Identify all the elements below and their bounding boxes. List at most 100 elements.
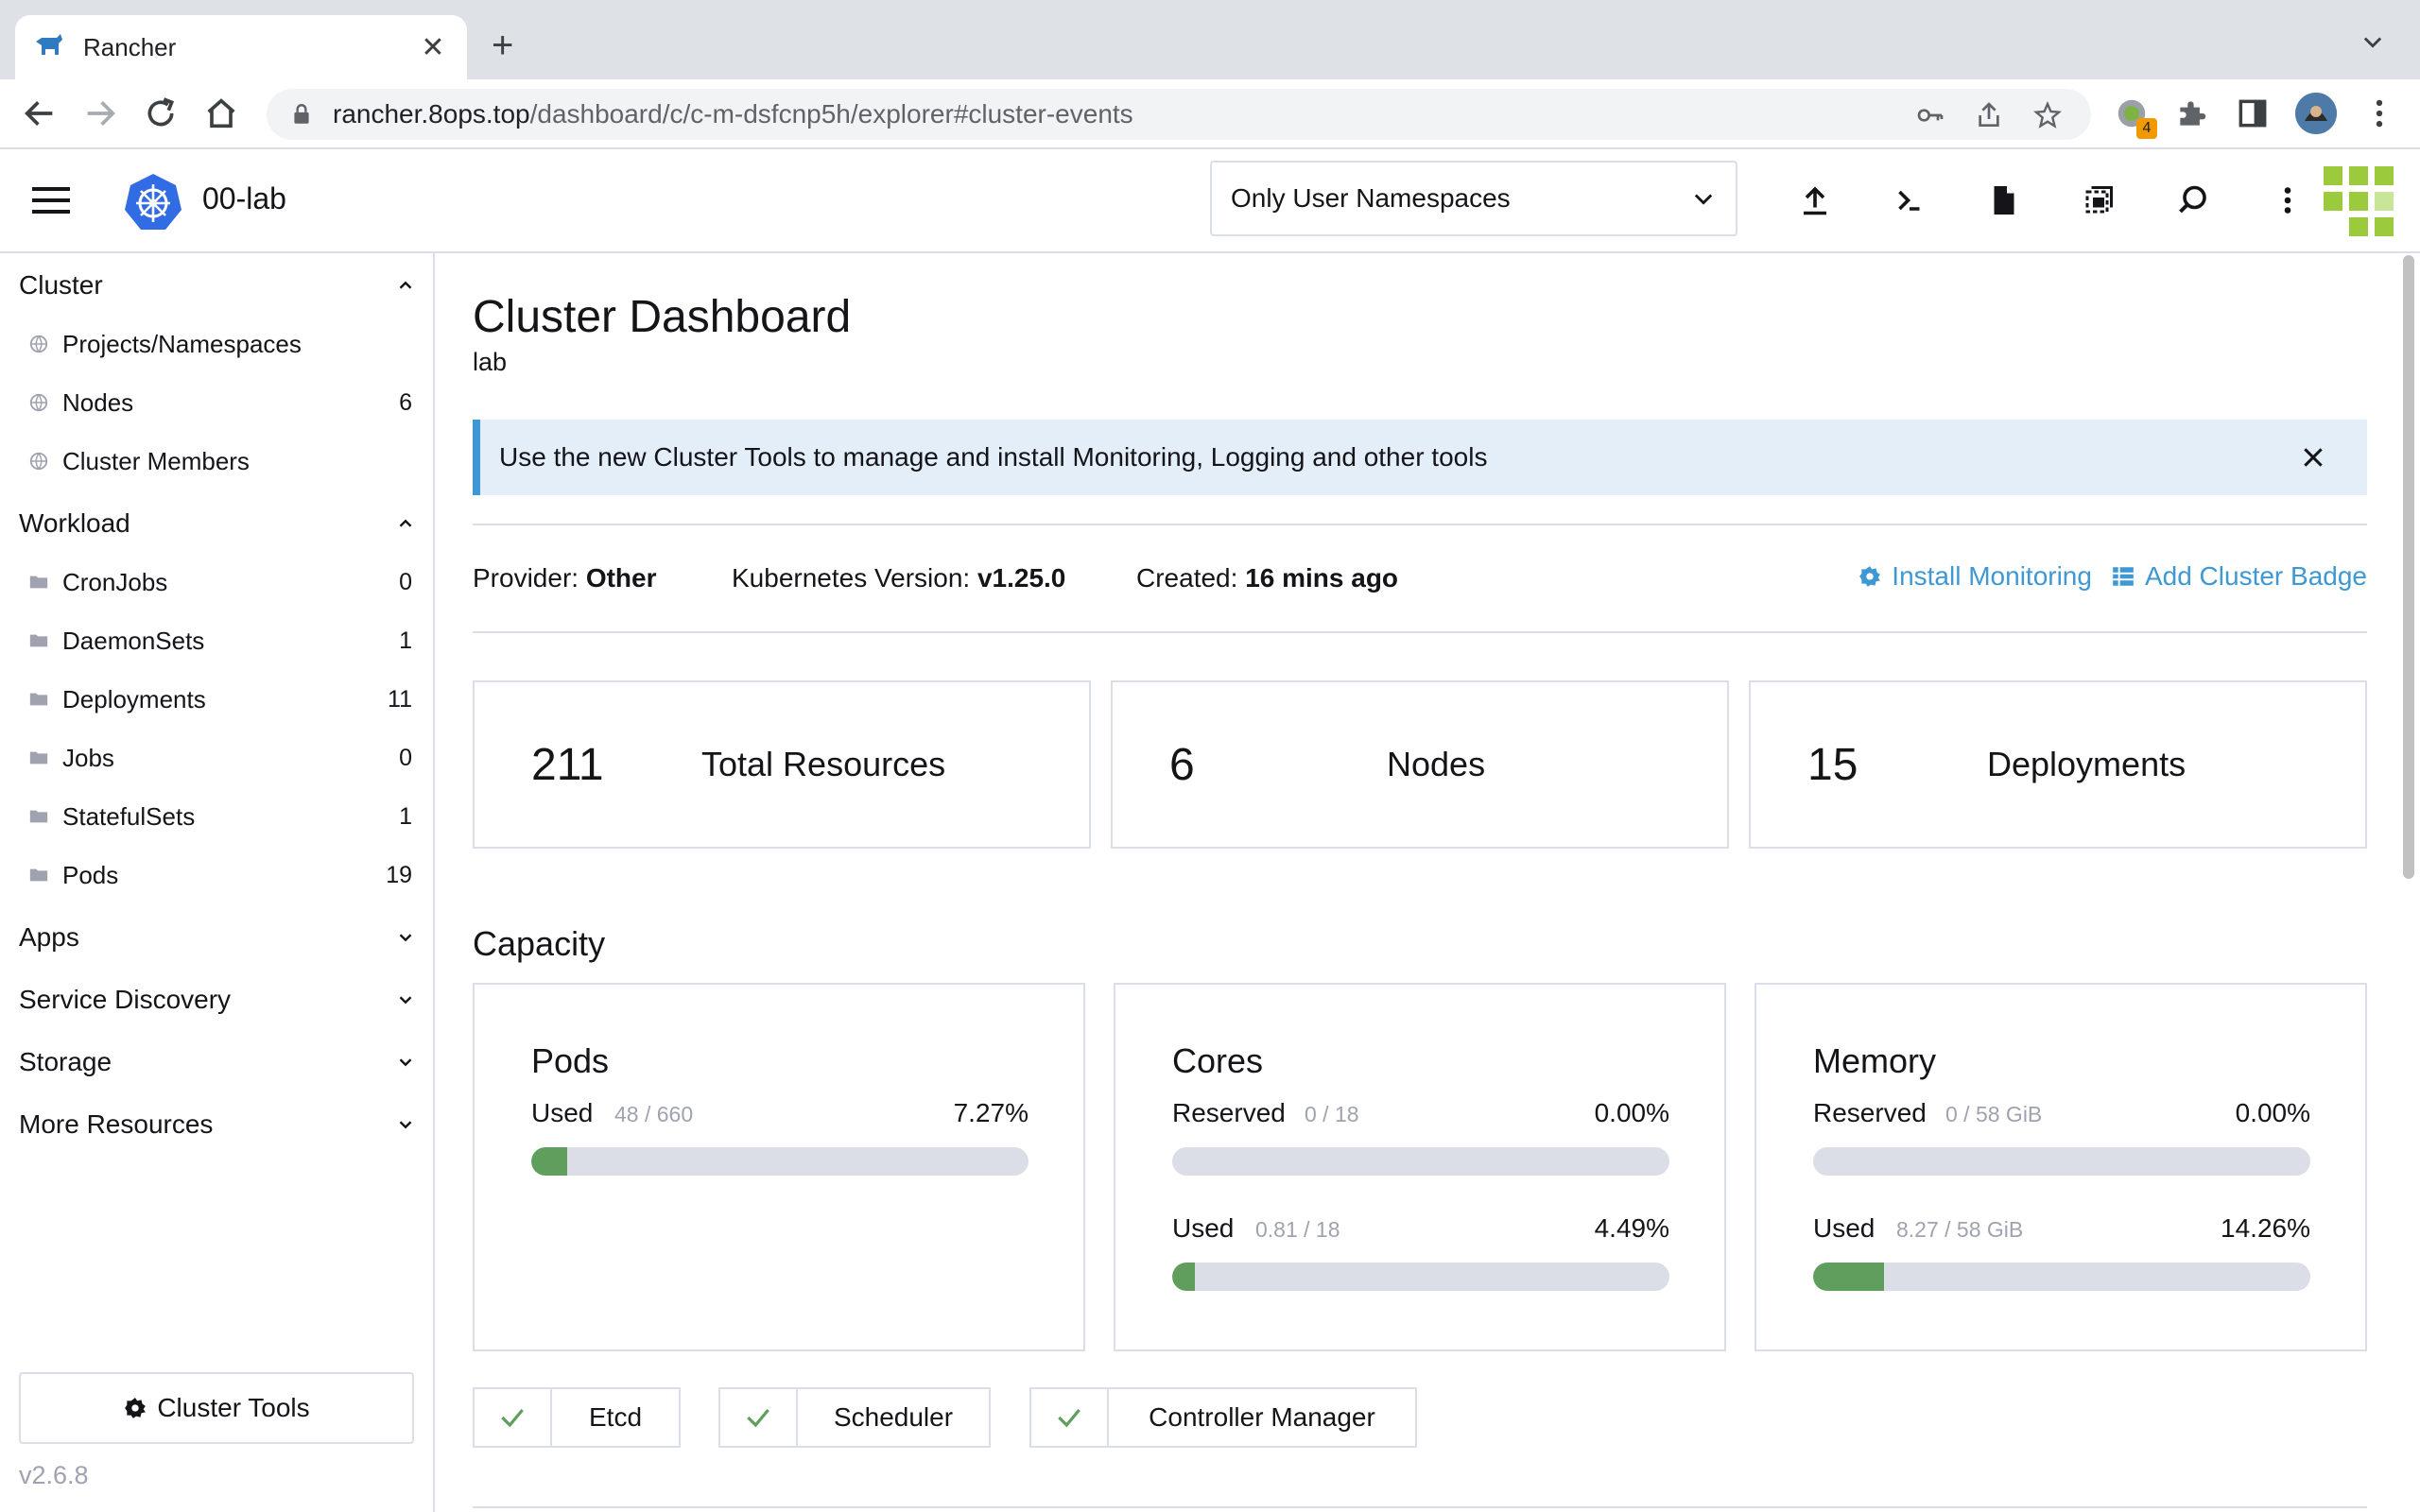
key-icon[interactable]	[1915, 100, 1945, 130]
row-value: 48 / 660	[614, 1102, 694, 1126]
created-value: 16 mins ago	[1245, 563, 1399, 593]
kubectl-shell-button[interactable]	[1862, 178, 1957, 223]
sidebar-group-label: Service Discovery	[19, 985, 232, 1014]
page-title: Cluster Dashboard	[473, 292, 852, 342]
browser-tab[interactable]: Rancher ✕	[15, 15, 467, 79]
browser-menu-icon[interactable]	[2361, 95, 2397, 131]
version-label[interactable]: v2.6.8	[19, 1461, 89, 1490]
created-info: Created: 16 mins ago	[1136, 563, 1398, 593]
k8s-version-value: v1.25.0	[977, 563, 1066, 593]
copy-kubeconfig-button[interactable]	[2051, 178, 2146, 223]
globe-icon	[29, 452, 48, 471]
install-monitoring-link[interactable]: Install Monitoring	[1858, 561, 2092, 592]
sidebar-item-deployments[interactable]: Deployments 11	[28, 679, 416, 720]
home-icon[interactable]	[202, 94, 240, 132]
new-tab-icon[interactable]: +	[492, 25, 513, 66]
stat-value: 15	[1807, 739, 1858, 790]
share-icon[interactable]	[1974, 100, 2004, 130]
provider-value: Other	[585, 563, 657, 593]
hamburger-menu-icon[interactable]	[32, 185, 70, 215]
row-label: Used	[531, 1098, 594, 1127]
back-arrow-icon[interactable]	[21, 94, 59, 132]
capacity-title: Capacity	[473, 924, 606, 963]
namespace-filter-value: Only User Namespaces	[1231, 183, 1511, 213]
sidebar-item-count: 19	[386, 861, 412, 888]
component-status-scheduler: Scheduler	[718, 1387, 991, 1448]
checkmark-icon	[501, 1408, 524, 1428]
stat-total-resources[interactable]: 211 Total Resources	[473, 680, 1091, 849]
sidebar-item-nodes[interactable]: Nodes 6	[28, 382, 416, 423]
sidebar-item-label: CronJobs	[62, 567, 168, 596]
copy-icon	[2085, 186, 2113, 214]
sidebar-item-pods[interactable]: Pods 19	[28, 854, 416, 896]
progress-bar	[1172, 1147, 1669, 1176]
profile-avatar[interactable]	[2295, 93, 2337, 134]
user-avatar-icon[interactable]	[2324, 166, 2394, 236]
folder-icon	[29, 634, 48, 647]
sidebar-group-cluster[interactable]: Cluster	[19, 265, 416, 306]
add-cluster-badge-link[interactable]: Add Cluster Badge	[2111, 561, 2367, 592]
sidebar-group-storage[interactable]: Storage	[19, 1041, 416, 1083]
sidebar-item-projects-namespaces[interactable]: Projects/Namespaces	[28, 323, 416, 365]
chevron-up-icon	[399, 519, 412, 527]
progress-fill	[1172, 1263, 1195, 1291]
page-scrollbar[interactable]	[2403, 255, 2414, 879]
k8s-version-label: Kubernetes Version:	[732, 563, 971, 593]
folder-icon	[29, 576, 48, 589]
row-percent: 7.27%	[953, 1098, 1028, 1127]
sidebar-group-more-resources[interactable]: More Resources	[19, 1104, 416, 1145]
badge-list-icon	[2113, 567, 2134, 586]
download-kubeconfig-button[interactable]	[1957, 178, 2051, 223]
resource-search-button[interactable]	[2146, 178, 2240, 223]
close-icon[interactable]	[2301, 445, 2325, 470]
pods-gauge: Pods Used 48 / 660 7.27%	[473, 983, 1085, 1351]
import-yaml-button[interactable]	[1768, 178, 1862, 223]
provider-info: Provider: Other	[473, 563, 657, 593]
sidebar-group-service-discovery[interactable]: Service Discovery	[19, 979, 416, 1021]
sidebar-item-jobs[interactable]: Jobs 0	[28, 737, 416, 779]
progress-bar	[1813, 1263, 2310, 1291]
stat-label: Deployments	[1987, 745, 2187, 783]
sidebar-item-label: Jobs	[62, 743, 114, 772]
side-panel-icon[interactable]	[2235, 95, 2271, 131]
forward-arrow-icon[interactable]	[81, 94, 119, 132]
sidebar-group-apps[interactable]: Apps	[19, 917, 416, 958]
address-bar[interactable]: rancher.8ops.top/dashboard/c/c-m-dsfcnp5…	[267, 89, 2091, 140]
search-icon	[2179, 185, 2206, 214]
extension-icon[interactable]: 4	[2114, 95, 2157, 139]
checkmark-icon	[1058, 1408, 1080, 1428]
bookmark-star-icon[interactable]	[2032, 100, 2063, 130]
more-actions-button[interactable]	[2240, 178, 2335, 223]
sidebar-group-workload[interactable]: Workload	[19, 503, 416, 544]
tab-search-chevron-icon[interactable]	[2360, 28, 2386, 55]
extension-badge: 4	[2136, 118, 2157, 139]
stat-deployments[interactable]: 15 Deployments	[1749, 680, 2367, 849]
gauge-title: Cores	[1172, 1041, 1264, 1080]
namespace-filter-select[interactable]: Only User Namespaces	[1210, 161, 1737, 236]
component-status-etcd: Etcd	[473, 1387, 681, 1448]
sidebar-item-statefulsets[interactable]: StatefulSets 1	[28, 796, 416, 837]
stat-label: Nodes	[1387, 745, 1486, 783]
cores-gauge: Cores Reserved 0 / 18 0.00% Used 0.81 / …	[1114, 983, 1726, 1351]
row-value: 0.81 / 18	[1255, 1217, 1340, 1242]
sidebar-group-label: Storage	[19, 1047, 112, 1076]
row-value: 8.27 / 58 GiB	[1896, 1217, 2024, 1242]
puzzle-extensions-icon[interactable]	[2174, 95, 2210, 131]
main-content: Cluster Dashboard lab Use the new Cluste…	[437, 253, 2401, 1512]
lock-icon[interactable]	[289, 102, 314, 127]
reload-icon[interactable]	[142, 94, 180, 132]
sidebar-item-cluster-members[interactable]: Cluster Members	[28, 440, 416, 482]
divider	[473, 524, 2367, 525]
close-tab-icon[interactable]: ✕	[416, 31, 450, 64]
globe-icon	[29, 393, 48, 412]
sidebar-item-daemonsets[interactable]: DaemonSets 1	[28, 620, 416, 662]
sidebar-item-count: 6	[399, 388, 412, 416]
cluster-tools-button[interactable]: Cluster Tools	[19, 1372, 414, 1444]
checkmark-icon	[747, 1408, 769, 1428]
chevron-down-icon	[399, 934, 412, 942]
sidebar-item-cronjobs[interactable]: CronJobs 0	[28, 561, 416, 603]
stat-nodes[interactable]: 6 Nodes	[1111, 680, 1729, 849]
created-label: Created:	[1136, 563, 1238, 593]
row-percent: 0.00%	[2235, 1098, 2310, 1127]
gauge-title: Memory	[1813, 1041, 1937, 1080]
